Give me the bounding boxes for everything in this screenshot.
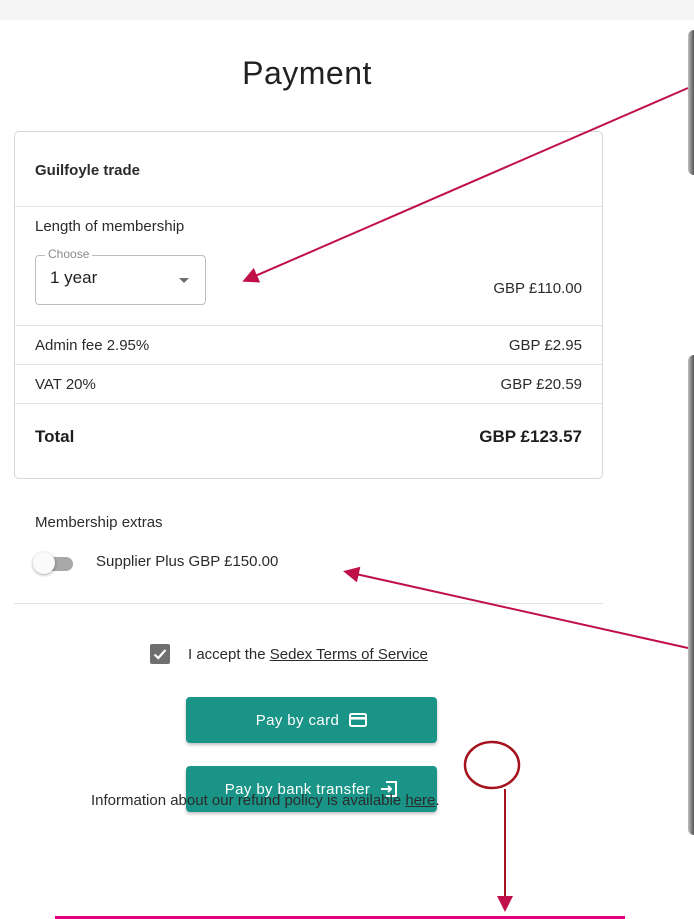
membership-length-select[interactable]: Choose 1 year — [35, 247, 206, 305]
terms-text: I accept the Sedex Terms of Service — [188, 646, 428, 663]
admin-fee-value: GBP £2.95 — [508, 337, 582, 354]
admin-fee-row: Admin fee 2.95% GBP £2.95 — [15, 326, 602, 365]
vat-value: GBP £20.59 — [500, 376, 582, 393]
terms-checkbox[interactable] — [150, 644, 170, 664]
membership-row: Length of membership Choose 1 year GBP £… — [15, 207, 602, 326]
company-row: Guilfoyle trade — [15, 132, 602, 207]
side-panel-edge — [688, 30, 694, 175]
side-panel-edge — [688, 355, 694, 835]
total-row: Total GBP £123.57 — [15, 404, 602, 478]
checkmark-icon — [153, 649, 167, 660]
caret-down-icon — [179, 278, 189, 283]
divider — [14, 603, 603, 604]
supplier-plus-toggle[interactable] — [33, 552, 79, 576]
terms-prefix: I accept the — [188, 646, 270, 663]
vat-label: VAT 20% — [35, 376, 96, 393]
refund-suffix: . — [435, 792, 440, 809]
select-value: 1 year — [50, 268, 98, 287]
annotation-circle — [463, 740, 521, 790]
refund-policy-link[interactable]: here — [405, 792, 435, 809]
annotation-arrow — [343, 566, 689, 649]
vat-row: VAT 20% GBP £20.59 — [15, 365, 602, 404]
company-name: Guilfoyle trade — [35, 162, 141, 179]
toggle-knob — [33, 552, 55, 574]
pay-by-card-label: Pay by card — [255, 711, 340, 729]
supplier-plus-label: Supplier Plus GBP £150.00 — [96, 553, 279, 570]
membership-price: GBP £110.00 — [493, 280, 582, 297]
admin-fee-label: Admin fee 2.95% — [35, 337, 150, 354]
membership-length-label: Length of membership — [35, 218, 185, 235]
total-label: Total — [35, 427, 75, 446]
terms-link[interactable]: Sedex Terms of Service — [270, 646, 428, 663]
refund-prefix: Information about our refund policy is a… — [91, 792, 406, 809]
top-strip — [0, 0, 694, 20]
total-value: GBP £123.57 — [479, 427, 582, 446]
pay-by-card-button[interactable]: Pay by card — [186, 697, 437, 743]
select-legend: Choose — [45, 247, 93, 261]
membership-extras-title: Membership extras — [35, 514, 163, 531]
order-summary-card: Guilfoyle trade Length of membership Cho… — [14, 131, 603, 479]
credit-card-icon — [349, 713, 368, 727]
page-title: Payment — [242, 55, 372, 91]
